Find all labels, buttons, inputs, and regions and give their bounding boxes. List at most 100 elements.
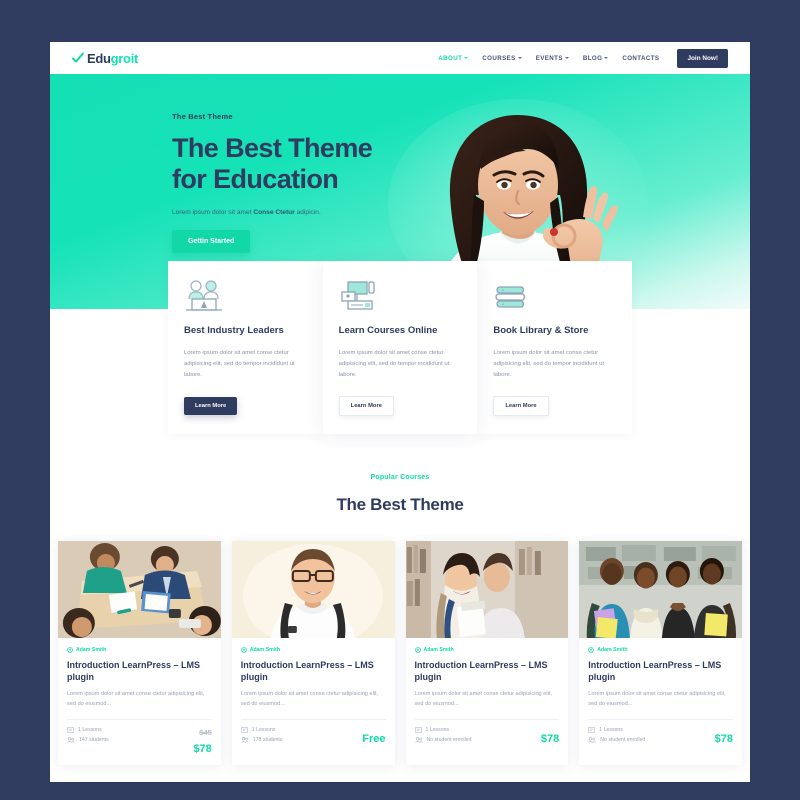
course-title[interactable]: Introduction LearnPress – LMS plugin (588, 659, 733, 684)
course-lessons: 1 Lessons (414, 726, 472, 733)
students-icon (67, 737, 75, 743)
feature-card-industry-leaders[interactable]: Best Industry Leaders Lorem ipsum dolor … (168, 261, 323, 434)
course-title[interactable]: Introduction LearnPress – LMS plugin (415, 659, 560, 684)
course-lessons: 1 Lessons (588, 727, 645, 733)
course-meta: 1 Lessons No student enrolled $78 (588, 718, 733, 750)
course-students-label: 147 students (79, 736, 109, 743)
course-card[interactable]: Adam Smith Introduction LearnPress – LMS… (579, 540, 742, 765)
see-more-courses-link[interactable]: See More Courses (50, 765, 750, 782)
lessons-icon (240, 727, 248, 733)
course-lessons-label: 1 Lessons (251, 726, 276, 733)
course-card[interactable]: Adam Smith Introduction LearnPress – LMS… (231, 540, 395, 765)
books-stack-icon (493, 279, 616, 313)
logo-text-accent: groit (110, 50, 139, 66)
students-icon (588, 737, 596, 743)
nav-label-courses: COURSES (482, 54, 516, 62)
feature-text: Lorem ipsum dolor sit amet conse ctetur … (184, 349, 295, 378)
course-title[interactable]: Introduction LearnPress – LMS plugin (67, 659, 212, 684)
course-lessons: 1 Lessons (67, 727, 109, 733)
nav-label-events: EVENTS (535, 54, 563, 62)
nav-label-about: ABOUT (438, 54, 463, 62)
course-author[interactable]: Adam Smith (67, 647, 212, 653)
author-badge-icon (240, 646, 247, 653)
course-lessons-label: 1 Lessons (599, 726, 623, 733)
learn-more-button[interactable]: Learn More (493, 395, 549, 416)
chevron-down-icon (564, 57, 569, 59)
hero-subtext-bold: Conse Ctetur (253, 208, 295, 216)
course-students: No student enrolled (588, 737, 645, 743)
nav-item-about[interactable]: ABOUT (438, 54, 469, 62)
feature-card-learn-online[interactable]: Learn Courses Online Lorem ipsum dolor s… (322, 261, 478, 434)
courses-grid: Adam Smith Introduction LearnPress – LMS… (50, 515, 750, 765)
feature-title: Book Library & Store (493, 325, 589, 336)
course-description: Lorem ipsum dolor sit amet conse ctetur … (414, 691, 552, 708)
section-title: The Best Theme (336, 494, 464, 514)
course-students: 178 students (241, 736, 283, 743)
people-podium-icon (184, 279, 307, 313)
author-badge-icon (414, 646, 421, 653)
nav-item-contacts[interactable]: CONTACTS (622, 55, 659, 62)
course-lessons-label: 1 Lessons (425, 726, 450, 733)
hero-subtext-post: adipicin. (294, 208, 321, 216)
course-students-label: No student enrolled (426, 736, 472, 743)
course-price-new: Free (362, 732, 386, 745)
site-header: Edugroit ABOUT COURSES EVENTS BLOG CONTA… (50, 42, 750, 74)
students-icon (241, 737, 249, 743)
lessons-icon (588, 727, 596, 733)
course-description: Lorem ipsum dolor sit amet conse ctetur … (240, 691, 379, 708)
course-author[interactable]: Adam Smith (414, 646, 560, 653)
lessons-icon (414, 727, 422, 733)
course-title[interactable]: Introduction LearnPress – LMS plugin (241, 659, 386, 684)
site-logo[interactable]: Edugroit (72, 51, 138, 66)
course-author[interactable]: Adam Smith (240, 646, 386, 653)
hero-title-line2: for Education (172, 164, 339, 195)
course-price-new: $78 (714, 732, 733, 745)
course-price: $45 $78 (193, 727, 211, 757)
course-price: Free (362, 727, 385, 750)
course-price-new: $78 (540, 732, 560, 745)
course-meta: 1 Lessons 147 students $45 $78 (67, 718, 212, 757)
course-author-name: Adam Smith (76, 646, 107, 653)
feature-text: Lorem ipsum dolor sit amet conse ctetur … (338, 349, 450, 378)
chevron-down-icon (517, 57, 522, 59)
course-lessons: 1 Lessons (240, 726, 283, 733)
feature-card-book-library[interactable]: Book Library & Store Lorem ipsum dolor s… (477, 261, 633, 434)
course-card[interactable]: Adam Smith Introduction LearnPress – LMS… (58, 540, 221, 765)
course-price: $78 (715, 727, 733, 750)
author-badge-icon (588, 646, 595, 653)
course-author-name: Adam Smith (249, 646, 281, 653)
learn-more-button[interactable]: Learn More (184, 396, 238, 415)
group-four-students-photo (579, 540, 742, 638)
join-now-button[interactable]: Join Now! (677, 48, 728, 68)
website-preview: Edugroit ABOUT COURSES EVENTS BLOG CONTA… (50, 42, 750, 782)
hero-title-line1: The Best Theme (172, 133, 373, 163)
nav-item-blog[interactable]: BLOG (582, 54, 609, 62)
hero-subtext: Lorem ipsum dolor sit amet Conse Ctetur … (172, 209, 750, 216)
gettin-started-button[interactable]: Gettin Started (172, 229, 251, 253)
learn-more-button[interactable]: Learn More (338, 395, 394, 416)
hero-title: The Best Theme for Education (172, 133, 750, 196)
hero-subtext-pre: Lorem ipsum dolor sit amet (172, 208, 254, 216)
lessons-icon (67, 727, 74, 733)
nav-label-blog: BLOG (582, 54, 603, 62)
course-lessons-label: 1 Lessons (78, 726, 102, 733)
students-icon (414, 737, 423, 743)
course-students-label: 178 students (252, 736, 283, 743)
nav-item-events[interactable]: EVENTS (536, 55, 569, 62)
course-students-label: No student enrolled (600, 736, 646, 743)
check-icon (72, 52, 84, 64)
feature-title: Best Industry Leaders (184, 325, 284, 336)
courses-section-header: Popular Courses The Best Theme (50, 434, 750, 515)
feature-cards: Best Industry Leaders Lorem ipsum dolor … (50, 261, 750, 434)
course-students: 147 students (67, 737, 109, 743)
woman-with-books-library-photo (405, 540, 569, 638)
nav-item-courses[interactable]: COURSES (482, 54, 522, 62)
course-meta: 1 Lessons 178 students Free (240, 718, 386, 750)
course-author[interactable]: Adam Smith (588, 647, 733, 653)
section-kicker: Popular Courses (370, 473, 430, 481)
chevron-down-icon (604, 57, 609, 59)
course-meta: 1 Lessons No student enrolled $78 (414, 718, 560, 750)
main-navigation: ABOUT COURSES EVENTS BLOG CONTACTS Join … (438, 48, 728, 68)
course-card[interactable]: Adam Smith Introduction LearnPress – LMS… (405, 540, 569, 765)
course-price: $78 (541, 727, 559, 750)
